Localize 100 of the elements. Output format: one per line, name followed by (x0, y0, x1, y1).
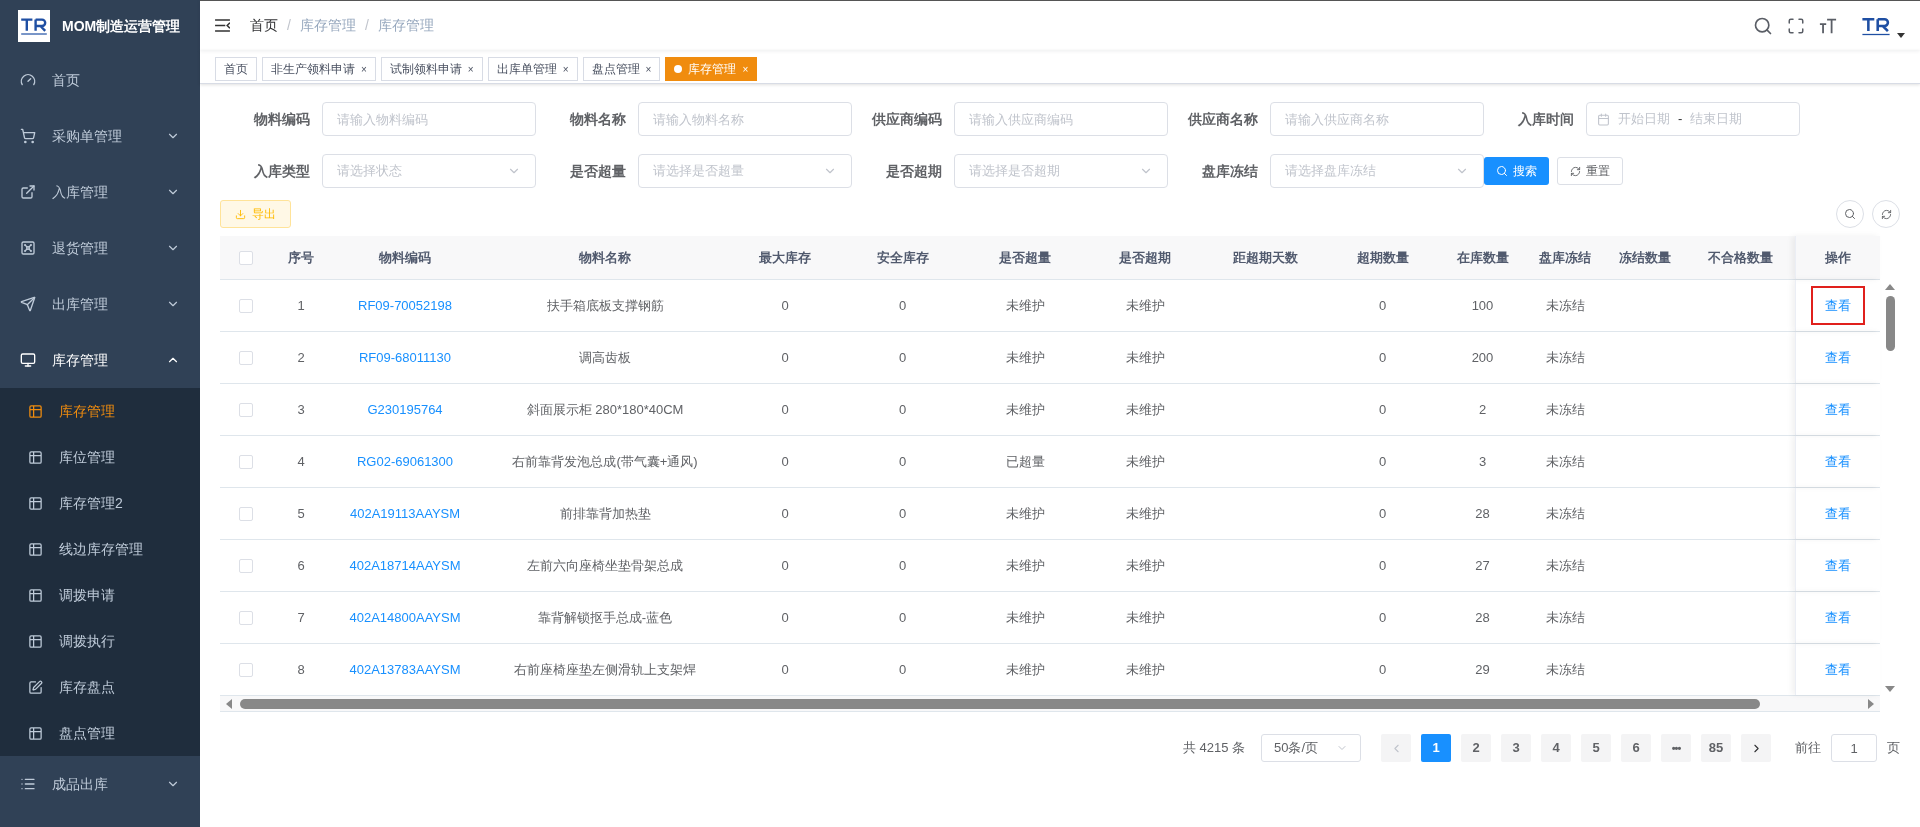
sidebar-menu-item[interactable]: 入库管理 (0, 164, 200, 220)
text-size-icon[interactable] (1819, 16, 1837, 35)
table-cell-text: 右前靠背发泡总成(带气囊+通风) (512, 452, 698, 471)
material-code-link[interactable]: RG02-69061300 (356, 451, 454, 472)
page-tab[interactable]: 盘点管理 × (582, 57, 661, 81)
page-size-select[interactable]: 50条/页 (1261, 734, 1361, 762)
material-code-link[interactable]: RF09-70052198 (358, 295, 452, 316)
page-button[interactable]: 4 (1541, 734, 1571, 762)
table-icon (28, 633, 43, 649)
filter-label: 入库时间 (1517, 109, 1574, 129)
breadcrumb-item: 库存管理 (299, 16, 356, 35)
column-header: 操作 (1825, 248, 1851, 267)
text-input[interactable]: 请输入物料名称 (638, 102, 852, 136)
breadcrumb-item[interactable]: 首页 (250, 15, 278, 36)
page-tab[interactable]: 首页 (215, 57, 257, 81)
sidebar-menu-item[interactable]: 库存管理 (0, 332, 200, 388)
row-checkbox[interactable] (239, 454, 253, 469)
header-checkbox[interactable] (239, 250, 253, 265)
scroll-up-icon[interactable] (1885, 284, 1895, 290)
material-code-link[interactable]: RF09-68011130 (359, 347, 451, 368)
monitor-icon (20, 352, 36, 368)
table-cell-text: 2 (1478, 400, 1487, 419)
page-button[interactable]: 1 (1421, 734, 1451, 762)
scroll-right-icon[interactable] (1868, 698, 1874, 709)
sidebar-submenu-item[interactable]: 库位管理 (0, 434, 200, 480)
text-input[interactable]: 请输入物料编码 (322, 102, 536, 136)
view-link[interactable]: 查看 (1811, 597, 1865, 638)
reset-button[interactable]: 重置 (1557, 157, 1623, 185)
scroll-thumb[interactable] (240, 698, 1760, 709)
row-checkbox[interactable] (239, 610, 253, 625)
material-code-link[interactable]: G230195764 (367, 399, 443, 420)
material-code-link[interactable]: 402A19113AAYSM (349, 503, 461, 524)
table-cell-text: 4 (297, 452, 305, 471)
column-header: 最大库存 (759, 248, 811, 267)
sidebar-submenu-item[interactable]: 盘点管理 (0, 710, 200, 756)
view-link[interactable]: 查看 (1811, 389, 1865, 430)
sidebar-menu-item[interactable]: 首页 (0, 52, 200, 108)
row-checkbox[interactable] (239, 298, 253, 313)
sidebar-menu-item[interactable]: 退货管理 (0, 220, 200, 276)
sidebar-submenu-item[interactable]: 库存盘点 (0, 664, 200, 710)
search-button[interactable]: 搜索 (1484, 157, 1549, 185)
text-input[interactable]: 请输入供应商编码 (954, 102, 1168, 136)
page-button[interactable]: 2 (1461, 734, 1491, 762)
page-tab[interactable]: 非生产领料申请 × (262, 57, 376, 81)
column-header: 超期数量 (1356, 248, 1409, 267)
sidebar-submenu-item[interactable]: 调拨执行 (0, 618, 200, 664)
material-code-link[interactable]: 402A18714AAYSM (349, 555, 461, 576)
breadcrumb-separator: / (364, 16, 369, 35)
view-link[interactable]: 查看 (1811, 337, 1865, 378)
goto-page-input[interactable]: 1 (1831, 734, 1877, 762)
sidebar-submenu-item[interactable]: 库存管理2 (0, 480, 200, 526)
search-icon[interactable] (1753, 15, 1773, 36)
page-tab[interactable]: 试制领料申请 × (380, 57, 483, 81)
row-checkbox[interactable] (239, 662, 253, 677)
row-checkbox[interactable] (239, 558, 253, 573)
view-link[interactable]: 查看 (1811, 545, 1865, 586)
page-button[interactable]: 5 (1581, 734, 1611, 762)
table-cell-text: 未维护 (1125, 348, 1165, 367)
page-tab[interactable]: 出库单管理 × (487, 57, 578, 81)
sidebar-submenu-item[interactable]: 库存管理 (0, 388, 200, 434)
close-icon[interactable]: × (645, 61, 652, 77)
row-checkbox[interactable] (239, 350, 253, 365)
table-cell-text: 0 (1378, 348, 1387, 367)
text-input[interactable]: 请输入供应商名称 (1270, 102, 1484, 136)
more-pages-button[interactable]: ••• (1661, 734, 1691, 762)
gauge-icon (20, 72, 36, 88)
date-range-field[interactable]: 开始日期 - 结束日期 (1586, 102, 1800, 136)
table-cell-text: 0 (781, 660, 789, 679)
page-button[interactable]: 6 (1621, 734, 1651, 762)
page-button[interactable]: 85 (1701, 734, 1731, 762)
row-checkbox[interactable] (239, 402, 253, 417)
table-cell-text: 1 (297, 296, 305, 315)
sidebar-submenu-item[interactable]: 线边库存管理 (0, 526, 200, 572)
material-code-link[interactable]: 402A13783AAYSM (349, 659, 461, 680)
table-cell-text: 27 (1475, 556, 1490, 575)
sidebar-menu-item[interactable]: 采购单管理 (0, 108, 200, 164)
close-icon[interactable]: × (562, 61, 569, 77)
menu-fold-icon[interactable] (215, 19, 230, 32)
view-link[interactable]: 查看 (1811, 441, 1865, 482)
table-cell-text: 0 (781, 556, 789, 575)
sidebar-menu-item[interactable]: 成品出库 (0, 756, 200, 812)
close-icon[interactable]: × (361, 61, 367, 77)
scroll-thumb[interactable] (1885, 296, 1895, 351)
scroll-left-icon[interactable] (226, 698, 232, 709)
view-link[interactable]: 查看 (1811, 493, 1865, 534)
close-icon[interactable]: × (467, 61, 474, 77)
table-icon (28, 541, 43, 557)
page-button[interactable]: 3 (1501, 734, 1531, 762)
row-checkbox[interactable] (239, 506, 253, 521)
column-header: 物料名称 (579, 248, 631, 267)
scroll-down-icon[interactable] (1885, 686, 1895, 692)
refresh-icon (1570, 165, 1581, 177)
view-link[interactable]: 查看 (1811, 649, 1865, 690)
filter-label: 物料名称 (568, 109, 626, 129)
view-link[interactable]: 查看 (1811, 285, 1865, 326)
sidebar-menu-item[interactable]: 出库管理 (0, 276, 200, 332)
sidebar-submenu-item[interactable]: 调拨申请 (0, 572, 200, 618)
fullscreen-icon[interactable] (1787, 16, 1805, 35)
material-code-link[interactable]: 402A14800AAYSM (349, 607, 461, 628)
table-cell-text: 2 (297, 348, 305, 367)
